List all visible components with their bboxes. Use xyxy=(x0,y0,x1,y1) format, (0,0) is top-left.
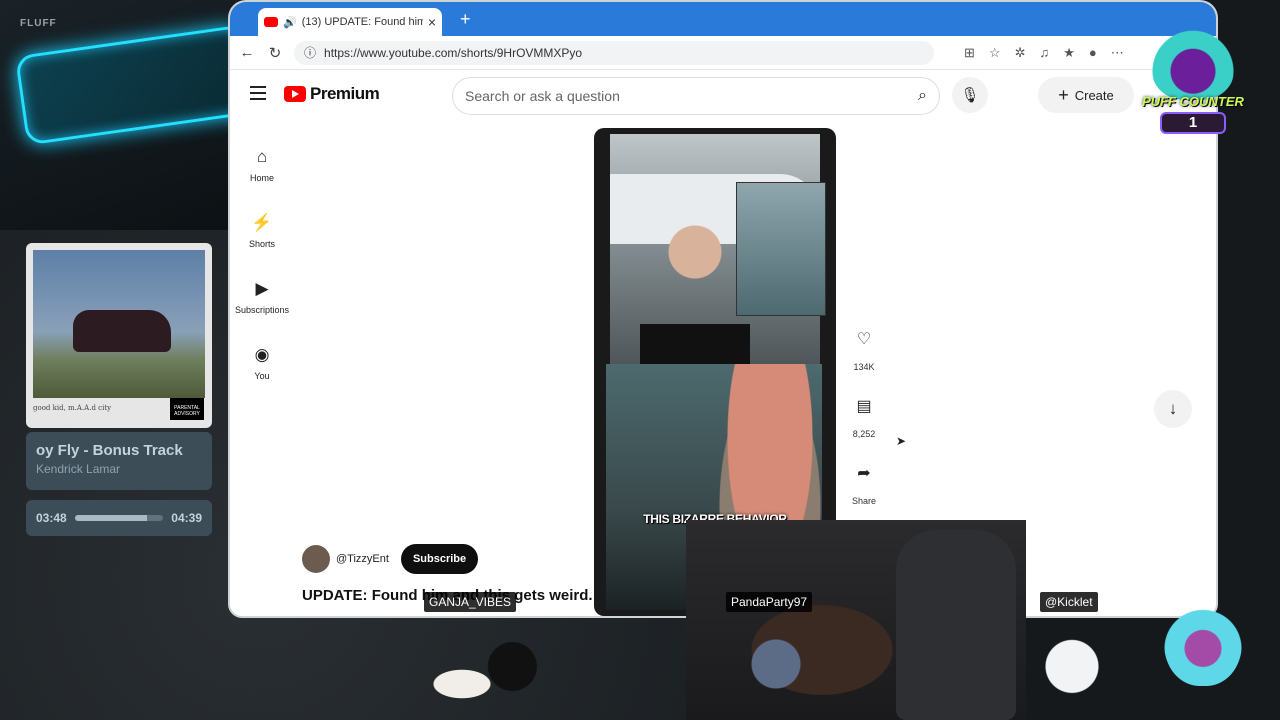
reload-icon[interactable]: ↻ xyxy=(266,44,284,62)
album-van xyxy=(73,310,171,352)
comment-icon[interactable]: ▤ xyxy=(847,389,881,423)
extensions-icon[interactable]: ✲ xyxy=(1015,45,1026,61)
browser-tab[interactable]: 🔊 (13) UPDATE: Found him and × xyxy=(258,8,442,36)
like-count: 134K xyxy=(853,362,875,372)
youtube-sidebar: ⌂ Home ⚡ Shorts ▶ Subscriptions ◉ You xyxy=(230,132,294,396)
voice-search-icon[interactable]: 🎙 xyxy=(952,77,988,113)
favorite-star-icon[interactable]: ☆ xyxy=(989,45,1001,61)
now-playing-card: oy Fly - Bonus Track Kendrick Lamar xyxy=(26,432,212,490)
overlay-brand: FLUFF xyxy=(20,18,57,29)
profile-avatar-icon[interactable]: ● xyxy=(1089,45,1097,61)
youtube-logo[interactable]: Premium xyxy=(284,84,380,104)
search-icon[interactable]: ⌕ xyxy=(918,87,927,105)
url-text: https://www.youtube.com/shorts/9HrOVMMXP… xyxy=(324,45,583,60)
chat-tag-kicklet: @Kicklet xyxy=(1040,592,1098,612)
sidebar-item-shorts[interactable]: ⚡ Shorts xyxy=(230,198,294,264)
audio-playing-icon: 🔊 xyxy=(283,16,297,29)
sidebar-item-subscriptions[interactable]: ▶ Subscriptions xyxy=(230,264,294,330)
cat-mascot-icon xyxy=(1028,636,1108,712)
site-info-icon[interactable]: ⓘ xyxy=(304,44,316,61)
you-icon: ◉ xyxy=(254,345,270,364)
track-artist: Kendrick Lamar xyxy=(36,462,121,476)
album-cover: good kid, m.A.A.d city PARENTAL ADVISORY xyxy=(26,243,212,428)
cat-mascot-icon xyxy=(728,632,808,712)
like-icon[interactable]: ♡ xyxy=(847,322,881,356)
plus-icon: + xyxy=(1058,84,1069,105)
monster-mascot-icon xyxy=(1164,592,1242,686)
browser-toolbar-icons: ⊞ ☆ ✲ ♫ ★ ● ⋯ xyxy=(964,45,1124,61)
tab-bar: 🔊 (13) UPDATE: Found him and × + xyxy=(230,2,1216,36)
new-tab-icon[interactable]: + xyxy=(460,9,471,30)
sidebar-label: Home xyxy=(249,173,274,183)
search-box[interactable]: Search or ask a question ⌕ xyxy=(452,77,940,115)
sidebar-item-home[interactable]: ⌂ Home xyxy=(230,132,294,198)
time-total: 04:39 xyxy=(171,511,202,525)
mouse-cursor-icon: ➤ xyxy=(896,434,907,448)
video-person xyxy=(640,204,750,364)
comment-count: 8,252 xyxy=(852,429,876,439)
channel-name[interactable]: @TizzyEnt xyxy=(336,553,389,565)
youtube-logo-icon xyxy=(284,86,306,102)
subscriptions-icon: ▶ xyxy=(255,279,269,298)
puff-counter-value: 1 xyxy=(1160,112,1226,134)
address-bar-row: ← ↻ ⓘ https://www.youtube.com/shorts/9Hr… xyxy=(230,36,1216,70)
create-label: Create xyxy=(1074,87,1114,103)
url-bar[interactable]: ⓘ https://www.youtube.com/shorts/9HrOVMM… xyxy=(294,40,934,65)
channel-row: @TizzyEnt Subscribe xyxy=(302,544,479,574)
sidebar-label: Shorts xyxy=(248,239,275,249)
puff-counter-title: PUFF COUNTER xyxy=(1142,94,1244,109)
chat-tag-panda: PandaParty97 xyxy=(726,592,813,612)
puff-counter-widget: PUFF COUNTER 1 xyxy=(1130,28,1256,148)
menu-icon[interactable] xyxy=(250,86,266,104)
sidebar-label: Subscriptions xyxy=(234,305,290,315)
overlay-phone-graphic: FLUFF xyxy=(0,0,228,230)
advisory-label: PARENTAL ADVISORY xyxy=(170,398,204,420)
album-art xyxy=(33,250,205,398)
share-icon[interactable]: ➦ xyxy=(847,456,881,490)
monster-mascot-icon xyxy=(1152,28,1234,100)
cat-mascot-icon xyxy=(426,642,546,712)
neon-phone-shape xyxy=(14,24,228,146)
create-button[interactable]: + Create xyxy=(1038,77,1134,113)
search-input[interactable]: Search or ask a question xyxy=(465,88,918,104)
track-time-card: 03:48 04:39 xyxy=(26,500,212,536)
youtube-logo-text: Premium xyxy=(310,84,380,103)
comment-action: ▤ 8,252 xyxy=(844,389,884,456)
subscribe-button[interactable]: Subscribe xyxy=(400,544,479,574)
more-menu-icon[interactable]: ⋯ xyxy=(1111,45,1124,61)
shorts-icon: ⚡ xyxy=(251,213,273,232)
channel-avatar[interactable] xyxy=(302,545,330,573)
media-icon[interactable]: ♫ xyxy=(1039,45,1049,61)
apps-icon[interactable]: ⊞ xyxy=(964,45,975,61)
sidebar-item-you[interactable]: ◉ You xyxy=(230,330,294,396)
video-inset-clip xyxy=(736,182,826,316)
close-tab-icon[interactable]: × xyxy=(428,14,436,30)
youtube-header: Premium Search or ask a question ⌕ 🎙 + C… xyxy=(230,72,1216,122)
tab-title: (13) UPDATE: Found him and xyxy=(301,16,423,28)
like-action: ♡ 134K xyxy=(844,322,884,389)
track-title: oy Fly - Bonus Track xyxy=(36,442,183,459)
sidebar-label: You xyxy=(254,371,270,381)
track-progress-bar xyxy=(74,515,164,521)
gaming-chair xyxy=(896,530,1016,720)
time-elapsed: 03:48 xyxy=(36,511,67,525)
next-video-icon[interactable]: ↓ xyxy=(1154,390,1192,428)
back-icon[interactable]: ← xyxy=(238,44,256,61)
track-progress-fill xyxy=(74,515,148,521)
favorites-icon[interactable]: ★ xyxy=(1063,45,1075,61)
home-icon: ⌂ xyxy=(256,147,268,166)
share-label: Share xyxy=(851,496,877,506)
share-action: ➦ Share xyxy=(844,456,884,523)
chat-tag-ganja: GANJA_VIBES xyxy=(424,592,517,612)
youtube-favicon-icon xyxy=(264,17,278,27)
